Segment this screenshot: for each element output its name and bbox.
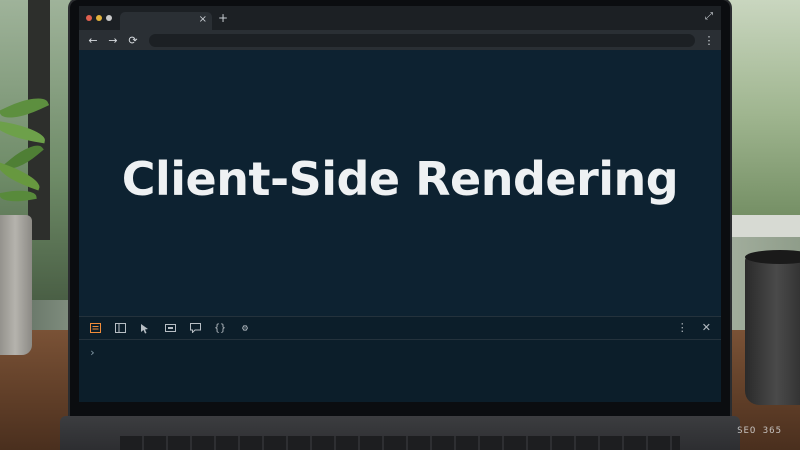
maximize-window-button[interactable] [106,15,112,21]
window-controls [86,15,112,21]
dock-side-icon[interactable] [113,321,127,335]
close-window-button[interactable] [86,15,92,21]
browser-menu-icon[interactable]: ⋮ [703,34,715,47]
devtools-close-icon[interactable]: ✕ [702,321,711,334]
elements-panel-icon[interactable] [88,321,102,335]
address-bar[interactable] [149,33,695,47]
browser-tabbar: × + ⤢ [79,6,721,30]
mug [745,255,800,405]
plant-pot [0,215,32,355]
browser-tab[interactable]: × [120,12,212,30]
window-right [720,0,800,230]
console-prompt[interactable]: › [89,346,721,359]
devtools-right-controls: ⋮ ✕ [677,321,711,334]
reload-icon[interactable]: ⟳ [123,34,143,47]
devtools-menu-icon[interactable]: ⋮ [677,321,688,334]
forward-icon[interactable]: → [103,34,123,47]
back-icon[interactable]: ← [83,34,103,47]
laptop-keyboard [120,436,680,450]
minimize-window-button[interactable] [96,15,102,21]
devtools-toolbar: {} ⚙ ⋮ ✕ [79,317,721,340]
settings-gear-icon[interactable]: ⚙ [238,321,252,335]
device-toggle-icon[interactable] [163,321,177,335]
laptop-screen: × + ⤢ ← → ⟳ ⋮ Client-Side Rendering {} ⚙… [79,6,721,402]
page-content: Client-Side Rendering [79,50,721,316]
expand-icon[interactable]: ⤢ [705,11,713,22]
inspect-cursor-icon[interactable] [138,321,152,335]
page-heading: Client-Side Rendering [121,152,679,206]
sources-braces-icon[interactable]: {} [213,321,227,335]
tab-close-icon[interactable]: × [199,14,207,25]
watermark-text: SEO 365 [737,426,782,436]
console-comment-icon[interactable] [188,321,202,335]
new-tab-icon[interactable]: + [218,11,228,25]
window-sill [720,215,800,237]
browser-toolbar: ← → ⟳ ⋮ [79,30,721,50]
devtools-panel: {} ⚙ ⋮ ✕ › [79,316,721,402]
window-frame [28,0,50,240]
